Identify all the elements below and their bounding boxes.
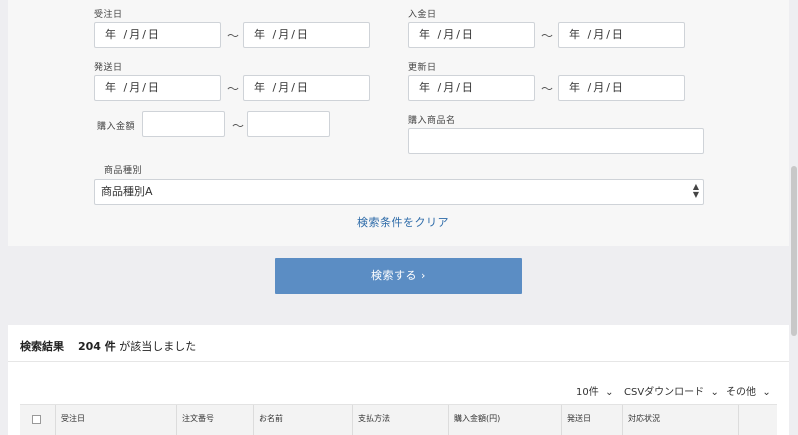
order-date-from-field[interactable]: 年 /月/日 <box>94 22 221 48</box>
range-separator: 〜 <box>541 82 554 96</box>
column-header-payment-method[interactable]: 支払方法 <box>352 405 448 435</box>
product-type-select[interactable]: 商品種別A ▲ ▼ <box>94 179 704 205</box>
product-type-selected-value: 商品種別A <box>101 185 153 198</box>
order-date-to-field[interactable]: 年 /月/日 <box>243 22 370 48</box>
column-header-ship-date[interactable]: 発送日 <box>561 405 622 435</box>
updown-caret-icon: ▲ ▼ <box>692 182 699 199</box>
range-separator: 〜 <box>232 119 245 133</box>
divider <box>8 361 789 362</box>
column-header-order-number[interactable]: 注文番号 <box>176 405 253 435</box>
clear-conditions-link[interactable]: 検索条件をクリア <box>357 214 449 230</box>
results-count: 204 件 <box>78 340 116 353</box>
column-header-name[interactable]: お名前 <box>253 405 352 435</box>
range-separator: 〜 <box>541 29 554 43</box>
ship-date-label: 発送日 <box>94 63 123 73</box>
column-header-actions <box>738 405 777 435</box>
range-separator: 〜 <box>227 82 240 96</box>
range-separator: 〜 <box>227 29 240 43</box>
search-results-panel: 検索結果 204 件 が該当しました 10件 ⌄ CSVダウンロード ⌄ その他… <box>8 325 789 435</box>
chevron-down-icon: ⌄ <box>707 387 719 398</box>
column-header-order-date[interactable]: 受注日 <box>55 405 176 435</box>
payment-date-label: 入金日 <box>408 10 437 20</box>
ship-date-from-field[interactable]: 年 /月/日 <box>94 75 221 101</box>
chevron-down-icon: ⌄ <box>759 387 771 398</box>
search-button[interactable]: 検索する › <box>275 258 522 294</box>
csv-download-label: CSVダウンロード <box>624 387 705 398</box>
column-header-purchase-amount[interactable]: 購入金額(円) <box>448 405 561 435</box>
order-date-label: 受注日 <box>94 10 123 20</box>
other-actions-dropdown[interactable]: その他 ⌄ <box>726 383 771 398</box>
chevron-down-icon: ⌄ <box>601 387 614 398</box>
csv-download-dropdown[interactable]: CSVダウンロード ⌄ <box>624 383 719 398</box>
scrollbar-thumb[interactable] <box>791 166 797 336</box>
update-date-from-field[interactable]: 年 /月/日 <box>408 75 535 101</box>
update-date-to-field[interactable]: 年 /月/日 <box>558 75 685 101</box>
product-name-label: 購入商品名 <box>408 116 456 126</box>
purchase-amount-max-field[interactable] <box>247 111 330 137</box>
select-all-checkbox[interactable] <box>32 415 41 424</box>
ship-date-to-field[interactable]: 年 /月/日 <box>243 75 370 101</box>
per-page-label: 10件 <box>576 387 599 398</box>
payment-date-from-field[interactable]: 年 /月/日 <box>408 22 535 48</box>
purchase-amount-label: 購入金額 <box>97 122 136 132</box>
payment-date-to-field[interactable]: 年 /月/日 <box>558 22 685 48</box>
update-date-label: 更新日 <box>408 63 437 73</box>
product-type-label: 商品種別 <box>104 166 143 176</box>
column-header-status[interactable]: 対応状況 <box>622 405 738 435</box>
results-count-suffix: が該当しました <box>119 340 197 353</box>
other-label: その他 <box>726 387 756 398</box>
product-name-field[interactable] <box>408 128 704 154</box>
results-table-header: 受注日 注文番号 お名前 支払方法 購入金額(円) 発送日 対応状況 <box>20 404 777 435</box>
results-heading: 検索結果 204 件 が該当しました <box>20 338 196 354</box>
results-title: 検索結果 <box>20 340 64 353</box>
per-page-dropdown[interactable]: 10件 ⌄ <box>576 383 613 398</box>
purchase-amount-min-field[interactable] <box>142 111 225 137</box>
